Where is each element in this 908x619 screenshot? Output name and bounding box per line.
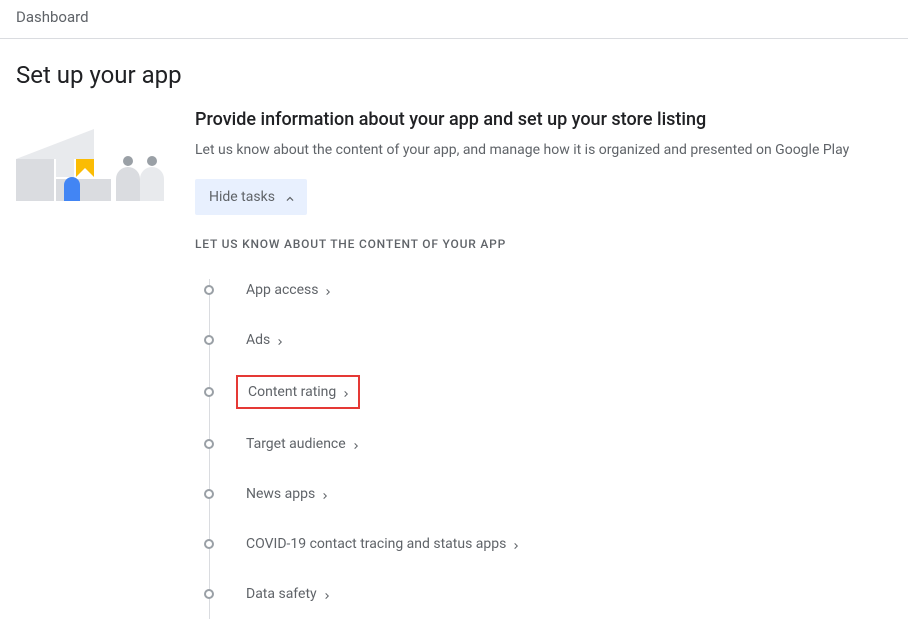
task-label: Content rating xyxy=(248,384,336,400)
task-item[interactable]: Ads xyxy=(195,315,892,365)
main-section: Provide information about your app and s… xyxy=(195,109,892,619)
setup-illustration xyxy=(16,119,171,209)
task-status-bullet xyxy=(204,589,214,599)
task-status-bullet xyxy=(204,539,214,549)
content-area: Provide information about your app and s… xyxy=(0,109,908,619)
chevron-right-icon xyxy=(510,540,518,548)
chevron-up-icon xyxy=(283,192,293,202)
task-item[interactable]: News apps xyxy=(195,469,892,519)
hide-tasks-label: Hide tasks xyxy=(209,189,275,205)
task-status-bullet xyxy=(204,387,214,397)
task-status-bullet xyxy=(204,439,214,449)
breadcrumb[interactable]: Dashboard xyxy=(0,0,908,39)
task-item[interactable]: COVID-19 contact tracing and status apps xyxy=(195,519,892,569)
task-link[interactable]: Target audience xyxy=(236,429,368,459)
task-item[interactable]: Data safety xyxy=(195,569,892,619)
task-link[interactable]: Ads xyxy=(236,325,292,355)
section-heading: Provide information about your app and s… xyxy=(195,109,892,130)
chevron-right-icon xyxy=(319,490,327,498)
task-status-bullet xyxy=(204,489,214,499)
task-item[interactable]: App access xyxy=(195,265,892,315)
tasks-group-label: LET US KNOW ABOUT THE CONTENT OF YOUR AP… xyxy=(195,237,892,251)
chevron-right-icon xyxy=(274,336,282,344)
task-link[interactable]: App access xyxy=(236,275,340,305)
task-label: Ads xyxy=(246,332,270,348)
task-item[interactable]: Content rating xyxy=(195,365,892,419)
task-status-bullet xyxy=(204,335,214,345)
chevron-right-icon xyxy=(340,388,348,396)
chevron-right-icon xyxy=(350,440,358,448)
task-link[interactable]: COVID-19 contact tracing and status apps xyxy=(236,529,528,559)
task-label: Data safety xyxy=(246,586,317,602)
chevron-right-icon xyxy=(321,590,329,598)
task-link[interactable]: News apps xyxy=(236,479,337,509)
task-status-bullet xyxy=(204,285,214,295)
task-label: COVID-19 contact tracing and status apps xyxy=(246,536,506,552)
task-link[interactable]: Content rating xyxy=(236,375,360,409)
task-item[interactable]: Target audience xyxy=(195,419,892,469)
task-label: App access xyxy=(246,282,318,298)
hide-tasks-button[interactable]: Hide tasks xyxy=(195,179,307,215)
section-description: Let us know about the content of your ap… xyxy=(195,140,892,161)
page-title: Set up your app xyxy=(0,39,908,109)
task-list: App access Ads Content rating Target audien… xyxy=(195,265,892,619)
chevron-right-icon xyxy=(322,286,330,294)
task-label: Target audience xyxy=(246,436,346,452)
task-label: News apps xyxy=(246,486,315,502)
